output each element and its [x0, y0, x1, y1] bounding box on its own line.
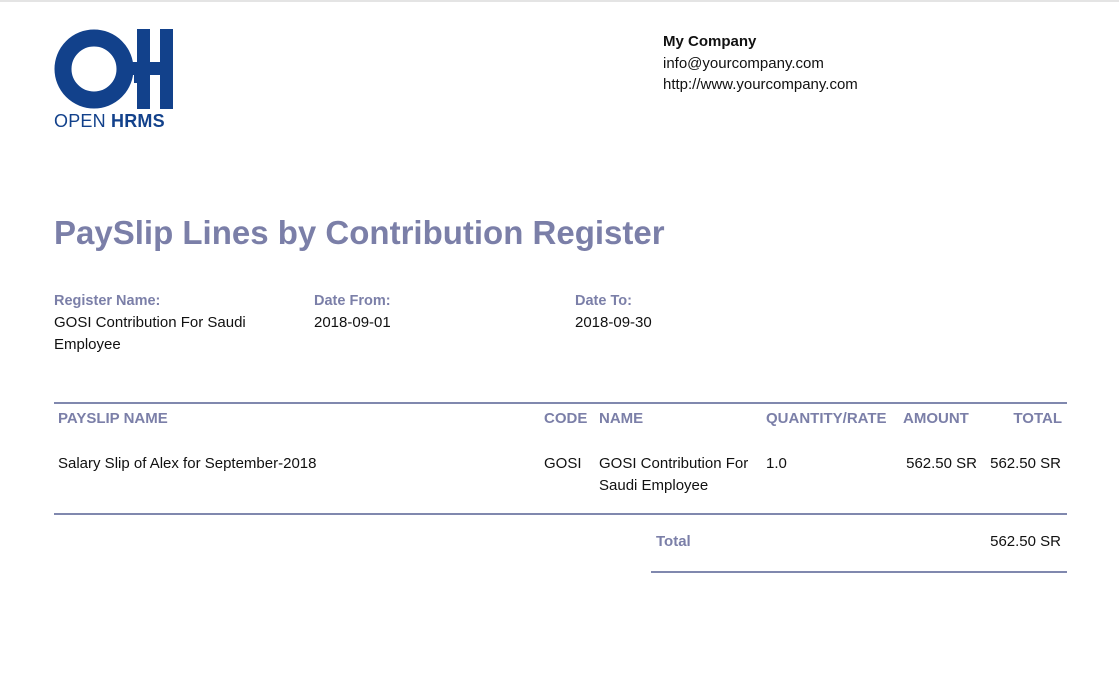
cell-total: 562.50 SR: [990, 455, 1061, 472]
register-name-value-line2: Employee: [54, 336, 121, 353]
company-logo: OPEN HRMS: [54, 29, 176, 133]
total-label: Total: [656, 533, 691, 550]
table-bottom-rule: [54, 513, 1067, 515]
col-header-amount: AMOUNT: [903, 410, 969, 427]
col-header-total: TOTAL: [1013, 410, 1062, 427]
cell-code: GOSI: [544, 455, 582, 472]
col-header-name: NAME: [599, 410, 644, 427]
company-email: info@yourcompany.com: [663, 54, 824, 72]
total-value: 562.50 SR: [990, 533, 1061, 550]
register-name-label: Register Name:: [54, 293, 161, 309]
cell-name-line1: GOSI Contribution For: [599, 455, 749, 472]
date-to-field: Date To: 2018-09-30: [575, 290, 775, 334]
cell-amount: 562.50 SR: [906, 455, 977, 472]
table-top-rule: [54, 402, 1067, 404]
company-address-block: My Company info@yourcompany.com http://w…: [663, 31, 858, 96]
logo-word-open: OPEN: [54, 111, 106, 131]
col-header-code: CODE: [544, 410, 588, 427]
open-hrms-logo-icon: [54, 29, 173, 109]
date-to-value: 2018-09-30: [575, 314, 652, 331]
col-header-payslip-name: PAYSLIP NAME: [58, 410, 168, 427]
cell-payslip-name: Salary Slip of Alex for September-2018: [58, 455, 317, 472]
total-rule: [651, 571, 1067, 573]
report-title: PaySlip Lines by Contribution Register: [54, 214, 665, 251]
top-border: [0, 0, 1119, 2]
company-website: http://www.yourcompany.com: [663, 76, 858, 93]
register-name-field: Register Name: GOSI Contribution For Sau…: [54, 290, 294, 356]
logo-word-hrms: HRMS: [111, 111, 165, 131]
cell-quantity-rate: 1.0: [766, 455, 787, 472]
date-to-label: Date To:: [575, 293, 632, 309]
company-name: My Company: [663, 33, 757, 50]
col-header-quantity-rate: QUANTITY/RATE: [766, 410, 887, 427]
register-name-value-line1: GOSI Contribution For Saudi: [54, 314, 246, 331]
cell-name: GOSI Contribution For Saudi Employee: [599, 453, 764, 497]
date-from-value: 2018-09-01: [314, 314, 391, 331]
date-from-field: Date From: 2018-09-01: [314, 290, 514, 334]
logo-wordmark: OPEN HRMS: [54, 111, 165, 132]
date-from-label: Date From:: [314, 293, 391, 309]
cell-name-line2: Saudi Employee: [599, 477, 709, 494]
